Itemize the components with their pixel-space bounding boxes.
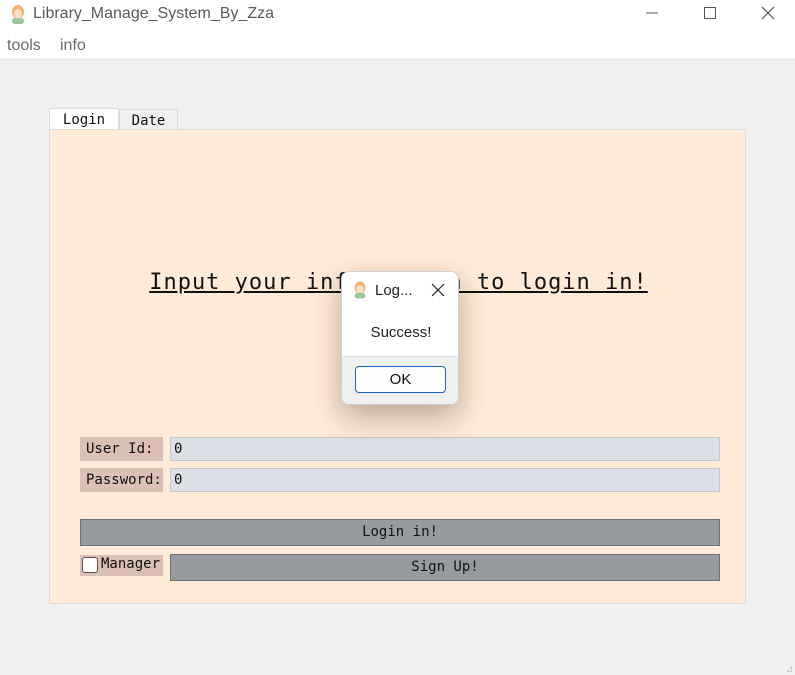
password-label: Password: bbox=[80, 468, 163, 492]
resize-grip-icon[interactable] bbox=[785, 665, 793, 673]
window-title: Library_Manage_System_By_Zza bbox=[33, 5, 275, 22]
menu-info[interactable]: info bbox=[60, 37, 86, 55]
minimize-icon bbox=[646, 12, 658, 14]
menu-tools[interactable]: tools bbox=[7, 37, 41, 55]
tab-date[interactable]: Date bbox=[119, 109, 178, 131]
minimize-button[interactable] bbox=[623, 0, 681, 30]
dialog-body: Log... Success! bbox=[342, 272, 458, 356]
maximize-icon bbox=[704, 7, 716, 19]
manager-checkbox[interactable] bbox=[82, 557, 98, 573]
dialog-title: Log... bbox=[375, 282, 413, 299]
user-id-input[interactable]: 0 bbox=[170, 437, 720, 461]
success-dialog: Log... Success! OK bbox=[341, 271, 459, 405]
tab-login[interactable]: Login bbox=[49, 108, 119, 130]
ok-button[interactable]: OK bbox=[355, 366, 446, 393]
app-avatar-icon bbox=[354, 281, 366, 299]
signup-button[interactable]: Sign Up! bbox=[170, 554, 720, 581]
close-icon bbox=[761, 6, 775, 20]
user-id-label: User Id: bbox=[80, 437, 163, 461]
login-button[interactable]: Login in! bbox=[80, 519, 720, 546]
manager-label: Manager bbox=[101, 556, 161, 572]
dialog-message: Success! bbox=[370, 324, 432, 341]
menu-bar: tools info bbox=[0, 32, 795, 58]
close-button[interactable] bbox=[739, 0, 795, 30]
dialog-footer: OK bbox=[342, 356, 458, 404]
dialog-close-icon[interactable] bbox=[430, 282, 446, 298]
password-input[interactable]: 0 bbox=[170, 468, 720, 492]
manager-checkbox-group[interactable]: Manager bbox=[80, 555, 163, 576]
maximize-button[interactable] bbox=[681, 0, 739, 30]
window-titlebar: Library_Manage_System_By_Zza bbox=[0, 0, 795, 32]
app-avatar-icon bbox=[12, 5, 24, 24]
